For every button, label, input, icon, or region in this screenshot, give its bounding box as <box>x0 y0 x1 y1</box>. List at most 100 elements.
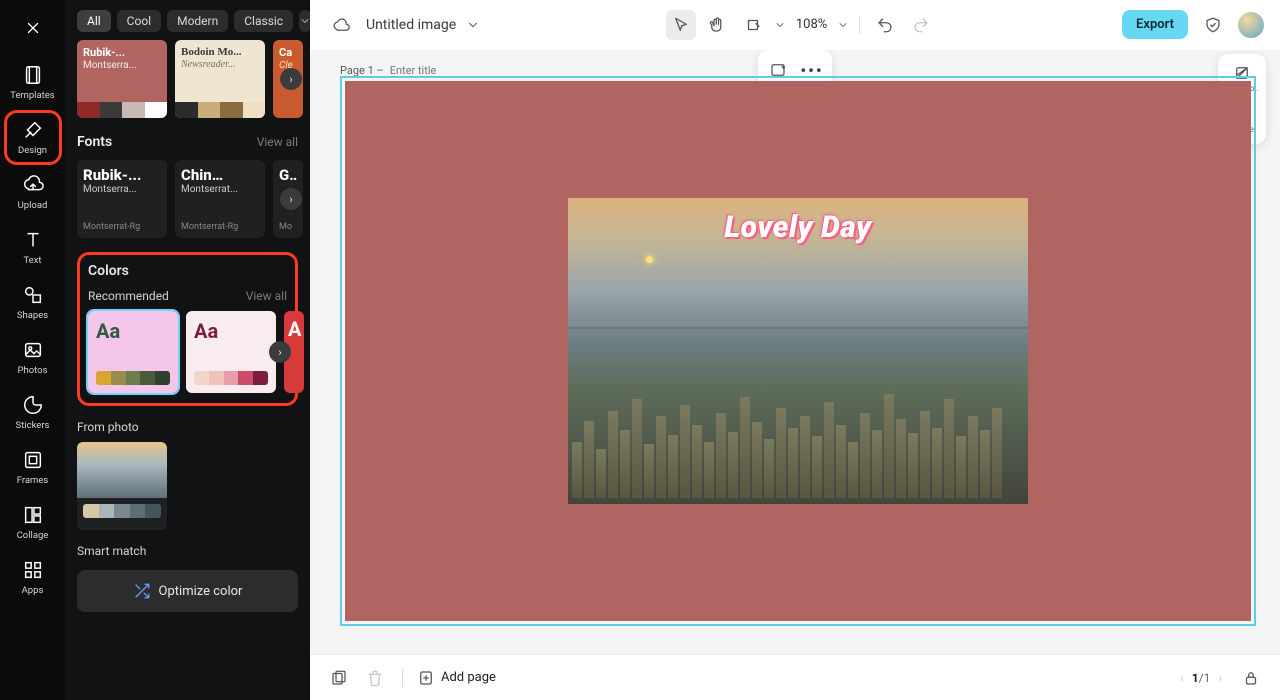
delete-page-button <box>362 665 388 691</box>
chevron-down-icon[interactable] <box>466 18 480 32</box>
pager-next: › <box>1218 671 1222 685</box>
text-icon <box>22 229 44 251</box>
rail-collage[interactable]: Collage <box>7 498 59 547</box>
rail-label: Upload <box>18 200 48 211</box>
rail-label: Stickers <box>16 420 50 431</box>
fonts-next[interactable]: › <box>280 188 302 210</box>
style-card-sub: Montserra... <box>77 60 167 71</box>
document-title[interactable]: Untitled image <box>366 17 456 33</box>
canvas-stage: ••• Page 1 – Backgro.. Resize <box>310 50 1280 654</box>
templates-icon <box>22 64 44 86</box>
chip-cool[interactable]: Cool <box>117 10 161 32</box>
fonts-header: Fonts View all <box>77 134 298 150</box>
colors-section-highlight: Colors Recommended View all Aa Aa A › <box>77 252 298 406</box>
redo-button[interactable] <box>906 10 936 40</box>
palette-sample: Aa <box>194 319 268 343</box>
sun <box>646 256 653 263</box>
add-page-label: Add page <box>441 670 496 685</box>
headline-text[interactable]: Lovely Day <box>724 210 871 245</box>
pages-overview-button[interactable] <box>326 665 352 691</box>
hand-tool[interactable] <box>702 10 732 40</box>
apps-icon <box>22 559 44 581</box>
collage-icon <box>22 504 44 526</box>
chevron-down-icon[interactable] <box>774 19 786 31</box>
style-card-title: Ca <box>273 40 303 60</box>
photo-thumb <box>77 442 167 498</box>
zoom-level[interactable]: 108% <box>792 17 831 32</box>
rail-label: Collage <box>17 530 49 541</box>
page-total: 1 <box>1204 671 1211 685</box>
font-card[interactable]: Rubik-... Montserra... Montserrat-Rg <box>77 160 167 238</box>
chevron-down-icon[interactable] <box>837 19 849 31</box>
rail-apps[interactable]: Apps <box>7 553 59 602</box>
colors-viewall[interactable]: View all <box>246 289 287 303</box>
rail-label: Design <box>18 145 47 156</box>
styles-row: Rubik-... Montserra... Bodoin Mo... News… <box>77 40 298 118</box>
rail-stickers[interactable]: Stickers <box>7 388 59 437</box>
font-name: Gu <box>279 166 297 184</box>
upload-icon <box>22 174 44 196</box>
rail-label: Photos <box>18 365 48 376</box>
rail-shapes[interactable]: Shapes <box>7 278 59 327</box>
chip-classic[interactable]: Classic <box>234 10 293 32</box>
fonts-row: Rubik-... Montserra... Montserrat-Rg Chi… <box>77 160 298 238</box>
crop-tool[interactable] <box>738 10 768 40</box>
chip-more[interactable] <box>299 10 310 32</box>
color-palette[interactable]: Aa <box>186 311 276 393</box>
left-rail: Templates Design Upload Text Shapes Phot… <box>0 0 65 700</box>
design-panel: All Cool Modern Classic Rubik-... Montse… <box>65 0 310 700</box>
design-icon <box>22 119 44 141</box>
user-avatar[interactable] <box>1238 12 1264 38</box>
shield-icon[interactable] <box>1198 10 1228 40</box>
palette-sample: A <box>288 317 302 341</box>
lock-button[interactable] <box>1238 665 1264 691</box>
add-page-button[interactable]: Add page <box>417 669 496 687</box>
photo-swatches <box>83 504 161 518</box>
rail-templates[interactable]: Templates <box>7 58 59 107</box>
shapes-icon <box>22 284 44 306</box>
main-area: Untitled image 108% Export ••• Page 1 – <box>310 0 1280 700</box>
frames-icon <box>22 449 44 471</box>
city-photo[interactable]: Lovely Day <box>568 198 1028 504</box>
filter-chips: All Cool Modern Classic <box>65 0 310 40</box>
style-card[interactable]: Bodoin Mo... Newsreader... <box>175 40 265 118</box>
font-card[interactable]: Chin… Montserrat... Montserrat-Rg <box>175 160 265 238</box>
rail-label: Text <box>23 255 41 266</box>
cloud-icon[interactable] <box>326 10 356 40</box>
color-palette[interactable]: Aa <box>88 311 178 393</box>
select-tool[interactable] <box>666 10 696 40</box>
pager-prev: ‹ <box>1180 671 1184 685</box>
undo-button[interactable] <box>870 10 900 40</box>
style-card-title: Bodoin Mo... <box>175 40 265 59</box>
pager: ‹ 1/1 › <box>1180 665 1264 691</box>
canvas[interactable]: Lovely Day <box>340 76 1256 626</box>
colors-next[interactable]: › <box>269 341 291 363</box>
styles-next[interactable]: › <box>280 68 302 90</box>
fonts-viewall[interactable]: View all <box>257 135 298 149</box>
section-title: Fonts <box>77 134 112 150</box>
chip-modern[interactable]: Modern <box>167 10 228 32</box>
rail-text[interactable]: Text <box>7 223 59 272</box>
font-sub: Montserra... <box>83 184 161 195</box>
font-name: Chin… <box>181 166 259 184</box>
from-photo-palette[interactable] <box>77 442 167 530</box>
rail-upload[interactable]: Upload <box>7 168 59 217</box>
font-sub: Montserrat... <box>181 184 259 195</box>
canvas-background[interactable]: Lovely Day <box>345 81 1251 621</box>
from-photo-label: From photo <box>77 420 298 434</box>
rail-frames[interactable]: Frames <box>7 443 59 492</box>
optimize-color-button[interactable]: Optimize color <box>77 570 298 612</box>
buildings <box>568 357 1028 504</box>
style-card-title: Rubik-... <box>77 40 167 60</box>
rail-design[interactable]: Design <box>7 113 59 162</box>
app-logo[interactable] <box>15 10 51 46</box>
rail-photos[interactable]: Photos <box>7 333 59 382</box>
style-card[interactable]: Rubik-... Montserra... <box>77 40 167 118</box>
rail-label: Templates <box>10 90 54 101</box>
chip-all[interactable]: All <box>77 10 111 32</box>
photos-icon <box>22 339 44 361</box>
font-body: Mo <box>279 222 297 232</box>
color-palettes-row: Aa Aa A › <box>88 311 287 393</box>
export-button[interactable]: Export <box>1122 10 1188 39</box>
rail-label: Shapes <box>17 310 48 321</box>
